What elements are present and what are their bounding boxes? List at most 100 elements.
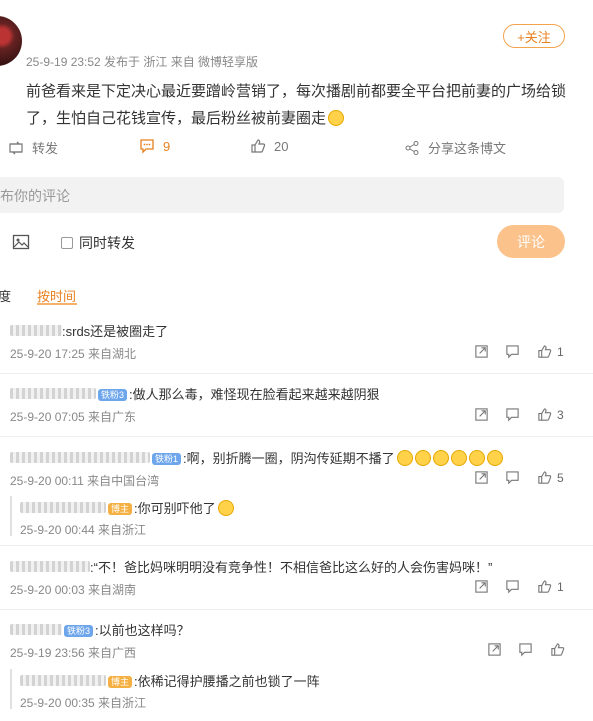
sweat-emoji-icon (396, 450, 413, 466)
post-action-bar: 转发 9 20 分享这条博文 (0, 138, 593, 156)
sweat-emoji-icon (414, 450, 431, 466)
reply-meta: 25-9-20 00:35 来自浙江 (20, 696, 147, 710)
comment-input[interactable]: 布你的评论 (0, 177, 564, 213)
like-count: 20 (274, 138, 289, 154)
post-text: 前爸看来是下定决心最近要蹭岭营销了，每次播剧前都要全平台把前妻的广场给锁了，生怕… (26, 78, 574, 132)
reply-author[interactable] (20, 675, 106, 686)
repost-checkbox-label: 同时转发 (79, 235, 135, 251)
sweat-emoji-icon (468, 450, 485, 466)
comment-count: 9 (163, 138, 171, 154)
repost-icon (488, 643, 501, 656)
sort-by-hot-tab[interactable]: 度 (0, 286, 11, 305)
image-upload-icon[interactable] (12, 233, 30, 254)
comment-like[interactable] (550, 642, 565, 657)
share-icon (405, 140, 419, 155)
repost-icon (475, 408, 488, 421)
comment-author[interactable] (10, 452, 150, 463)
divider (0, 609, 593, 610)
thumbs-up-icon (551, 643, 565, 656)
blogger-badge: 博主 (108, 676, 133, 688)
comment-author[interactable] (10, 624, 62, 635)
comment-like[interactable]: 5 (537, 470, 564, 485)
sweat-emoji-icon (450, 450, 467, 466)
comment-repost[interactable] (474, 470, 489, 485)
reply-icon (506, 580, 519, 594)
fan-badge: 铁粉1 (152, 453, 182, 465)
reply-text: :依稀记得护腰播之前也锁了一阵 (134, 674, 320, 689)
share-label: 分享这条博文 (428, 141, 507, 156)
grin-emoji-icon (217, 500, 234, 516)
comment-text: :srds还是被圈走了 (62, 324, 169, 339)
reply-thread-bar (10, 669, 12, 709)
comment-item: 铁粉3:以前也这样吗？ (10, 620, 190, 639)
comment-meta: 25-9-20 00:11 来自中国台湾 (10, 474, 160, 488)
comment-reply[interactable] (505, 407, 520, 422)
blogger-badge: 博主 (108, 503, 133, 515)
repost-label: 转发 (32, 141, 59, 156)
comment-author[interactable] (10, 388, 96, 399)
comment-like[interactable]: 3 (537, 407, 564, 422)
comment-meta: 25-9-20 00:03 来自湖南 (10, 583, 137, 597)
comment-text: :啊，别折腾一圈，阴沟传延期不播了 (183, 451, 395, 466)
thumbs-up-icon (538, 580, 552, 593)
like-count: 1 (557, 344, 564, 359)
fan-badge: 铁粉3 (64, 625, 94, 637)
reply-meta: 25-9-20 00:44 来自浙江 (20, 523, 147, 537)
comment-action[interactable]: 9 (139, 138, 170, 154)
follow-button[interactable]: +关注 (503, 24, 565, 48)
like-action[interactable]: 20 (250, 138, 288, 154)
comment-reply[interactable] (505, 579, 520, 594)
comment-repost[interactable] (474, 579, 489, 594)
repost-checkbox[interactable]: 同时转发 (61, 233, 135, 253)
comment-input-placeholder: 布你的评论 (0, 188, 70, 204)
repost-icon (475, 471, 488, 484)
comment-item: 铁粉3:做人那么毒，难怪现在脸看起来越来越阴狠 (10, 384, 380, 403)
comment-text: :做人那么毒，难怪现在脸看起来越来越阴狠 (129, 387, 380, 402)
reply-thread-bar (10, 496, 12, 536)
comment-reply[interactable] (505, 470, 520, 485)
comment-like[interactable]: 1 (537, 344, 564, 359)
comment-author[interactable] (10, 325, 62, 336)
like-count: 5 (557, 470, 564, 485)
repost-action[interactable]: 转发 (8, 138, 58, 157)
comment-repost[interactable] (474, 407, 489, 422)
fan-badge: 铁粉3 (98, 389, 128, 401)
comment-like[interactable]: 1 (537, 579, 564, 594)
comment-icon (140, 139, 154, 154)
divider (0, 545, 593, 546)
post-body: 前爸看来是下定决心最近要蹭岭营销了，每次播剧前都要全平台把前妻的广场给锁了，生怕… (26, 83, 567, 127)
comment-reply[interactable] (518, 642, 533, 657)
reply-icon (506, 471, 519, 485)
submit-comment-button[interactable]: 评论 (497, 225, 565, 258)
comment-repost[interactable] (474, 344, 489, 359)
reply-author[interactable] (20, 502, 106, 513)
checkbox-box[interactable] (61, 237, 73, 249)
comment-author[interactable] (10, 561, 90, 572)
reply-item: 博主:依稀记得护腰播之前也锁了一阵 (20, 671, 320, 690)
author-avatar[interactable] (0, 16, 22, 66)
share-action[interactable]: 分享这条博文 (404, 138, 506, 157)
comment-meta: 25-9-19 23:56 来自广西 (10, 646, 137, 660)
reply-icon (519, 643, 532, 657)
comment-reply[interactable] (505, 344, 520, 359)
comment-item: :“不！爸比妈咪明明没有竞争性！不相信爸比这么好的人会伤害妈咪！” (10, 557, 492, 576)
comment-meta: 25-9-20 17:25 来自湖北 (10, 347, 137, 361)
reply-text: :你可别吓他了 (134, 501, 216, 516)
comment-text: :“不！爸比妈咪明明没有竞争性！不相信爸比这么好的人会伤害妈咪！” (90, 560, 493, 575)
thumbs-up-icon (538, 408, 552, 421)
comment-text: :以前也这样吗？ (95, 623, 190, 638)
reply-item: 博主:你可别吓他了 (20, 498, 234, 517)
comment-meta: 25-9-20 07:05 来自广东 (10, 410, 137, 424)
like-count: 1 (557, 579, 564, 594)
post-meta: 25-9-19 23:52 发布于 浙江 来自 微博轻享版 (26, 55, 259, 69)
thumbs-up-icon (251, 139, 266, 153)
sweat-emoji-icon (486, 450, 503, 466)
thumbs-up-icon (538, 471, 552, 484)
divider (0, 373, 593, 374)
comment-item: 铁粉1:啊，别折腾一圈，阴沟传延期不播了 (10, 448, 503, 467)
comment-repost[interactable] (487, 642, 502, 657)
smile-emoji-icon (328, 110, 345, 126)
active-tab-underline (37, 303, 77, 305)
repost-icon (475, 345, 488, 358)
like-count: 3 (557, 407, 564, 422)
